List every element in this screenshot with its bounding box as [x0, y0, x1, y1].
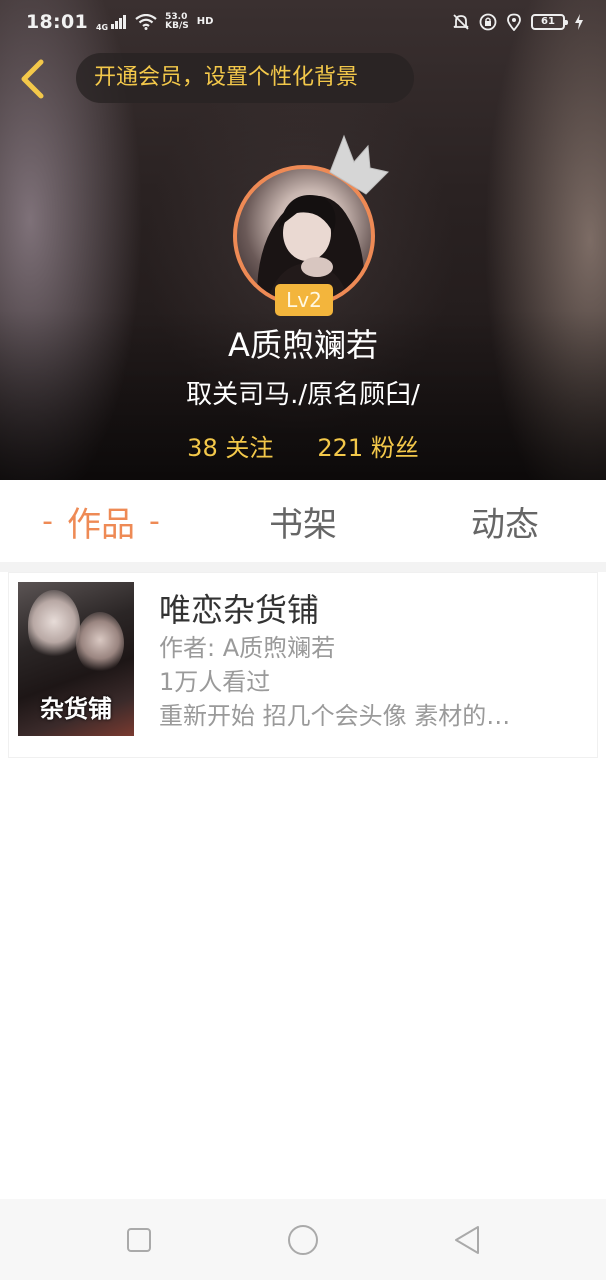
- tab-activity-label: 动态: [471, 504, 539, 545]
- system-nav-bar: [0, 1199, 606, 1280]
- tab-bookshelf-label: 书架: [269, 504, 337, 545]
- signal-icon: [111, 15, 127, 29]
- profile-header: 18:01 4G 53.0 KB/S HD 61 开通会员，设置个性化背景 Lv…: [0, 0, 606, 480]
- charging-icon: [575, 14, 583, 30]
- tab-active-dash-left: -: [42, 503, 53, 539]
- net-speed-unit: KB/S: [165, 21, 189, 31]
- status-time: 18:01: [26, 11, 88, 33]
- battery-icon: 61: [531, 14, 568, 30]
- following-count: 38: [187, 434, 218, 462]
- book-card[interactable]: 杂货铺 唯恋杂货铺 作者: A质煦斓若 1万人看过 重新开始 招几个会头像 素材…: [8, 572, 598, 758]
- followers-label: 粉丝: [370, 434, 419, 462]
- section-divider: [0, 562, 606, 572]
- user-signature: 取关司马./原名顾臼/: [186, 380, 420, 410]
- back-chevron-icon: [21, 59, 44, 99]
- nav-home-button[interactable]: [221, 1210, 385, 1270]
- book-title[interactable]: 唯恋杂货铺: [159, 589, 589, 631]
- mute-bell-icon: [453, 14, 469, 30]
- book-author: 作者: A质煦斓若: [159, 634, 336, 662]
- tab-bookshelf[interactable]: 书架: [202, 480, 404, 562]
- cover-figure-2: [76, 612, 124, 674]
- location-icon: [507, 13, 521, 31]
- net-speed: 53.0 KB/S: [165, 13, 189, 31]
- book-summary: 重新开始 招几个会头像 素材的…: [159, 702, 511, 730]
- lock-rotate-icon: [479, 13, 497, 31]
- cover-title: 杂货铺: [40, 694, 112, 723]
- crown-icon: [329, 134, 389, 195]
- book-cover[interactable]: 杂货铺: [18, 582, 134, 736]
- book-views: 1万人看过: [159, 668, 271, 696]
- hd-badge: HD: [196, 16, 214, 27]
- follow-stats: 38 关注 221 粉丝: [0, 428, 606, 463]
- book-info: 唯恋杂货铺 作者: A质煦斓若 1万人看过 重新开始 招几个会头像 素材的…: [159, 589, 589, 733]
- network-type: 4G: [95, 23, 109, 32]
- tab-active-dash-right: -: [149, 503, 160, 539]
- tab-works[interactable]: - 作品 -: [0, 480, 202, 562]
- profile-tabs: - 作品 - 书架 动态: [0, 480, 606, 562]
- followers-count: 221: [317, 434, 364, 462]
- username: A质煦斓若: [228, 326, 378, 364]
- following-label: 关注: [225, 434, 274, 462]
- vip-banner[interactable]: 开通会员，设置个性化背景: [76, 53, 414, 103]
- cover-figure: [28, 590, 80, 660]
- nav-recent-button[interactable]: [57, 1210, 221, 1270]
- followers-stat[interactable]: 221 粉丝: [317, 428, 418, 463]
- nav-recent-icon: [127, 1227, 151, 1252]
- back-button[interactable]: [14, 56, 50, 102]
- nav-back-button[interactable]: [385, 1210, 549, 1270]
- level-badge: Lv2: [275, 284, 333, 316]
- following-stat[interactable]: 38 关注: [187, 428, 273, 463]
- tab-works-label: 作品: [67, 504, 135, 545]
- nav-back-icon: [455, 1225, 479, 1254]
- tab-activity[interactable]: 动态: [404, 480, 606, 562]
- status-bar: 18:01 4G 53.0 KB/S HD 61: [0, 0, 606, 44]
- wifi-icon: [135, 14, 157, 30]
- nav-home-icon: [288, 1224, 318, 1255]
